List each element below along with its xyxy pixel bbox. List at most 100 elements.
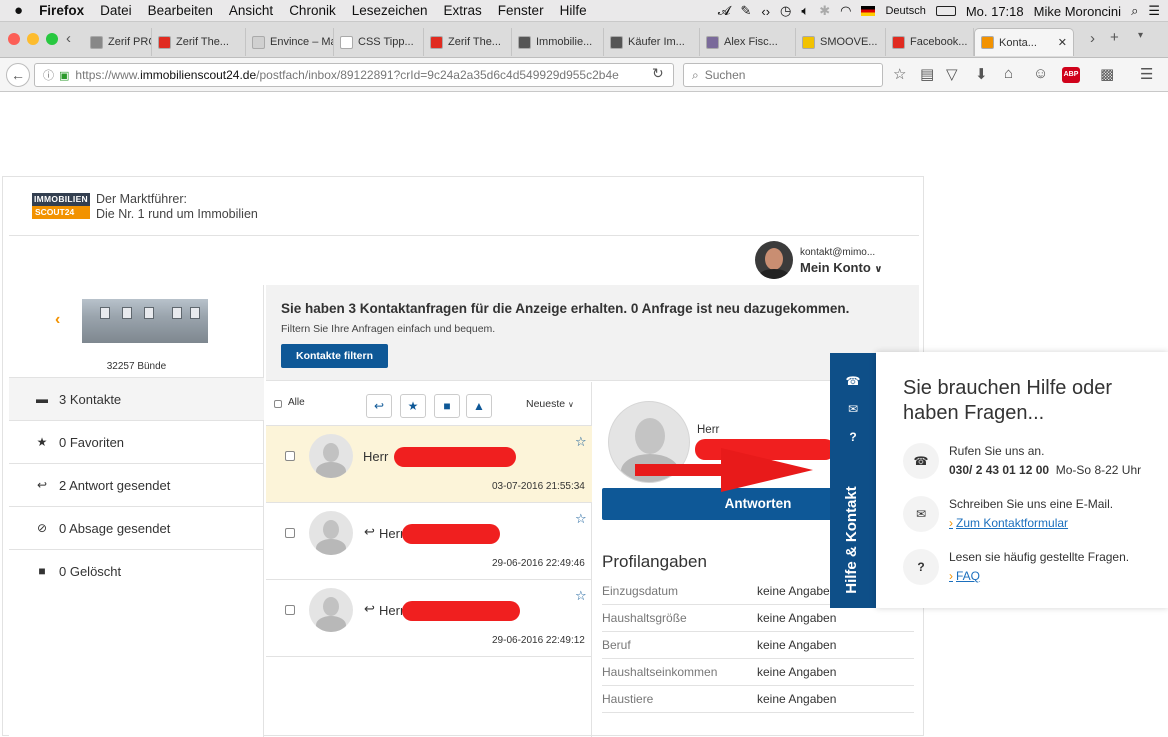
logo-scout24[interactable]: SCOUT24: [32, 206, 90, 219]
menu-lesezeichen[interactable]: Lesezeichen: [344, 3, 436, 18]
sidebar-item[interactable]: ■ 0 Gelöscht: [9, 549, 264, 592]
browser-tab[interactable]: Käufer Im...: [604, 28, 700, 56]
message-checkbox[interactable]: [285, 528, 295, 538]
menu-ansicht[interactable]: Ansicht: [221, 3, 281, 18]
back-button-icon[interactable]: ←: [6, 63, 30, 87]
menu-chronik[interactable]: Chronik: [281, 3, 344, 18]
battery-icon[interactable]: [935, 6, 956, 16]
browser-tab[interactable]: Konta... ✕: [974, 28, 1074, 56]
menu-datei[interactable]: Datei: [92, 3, 140, 18]
browser-tab[interactable]: Zerif The...: [152, 28, 246, 56]
pen-icon[interactable]: ✎: [740, 3, 751, 19]
screenshot-icon[interactable]: ▩: [1100, 65, 1114, 83]
reply-selected-button[interactable]: ↩: [366, 394, 392, 418]
browser-tab[interactable]: Envince – Ma...: [246, 28, 334, 56]
message-checkbox[interactable]: [285, 605, 295, 615]
help-contact-tab[interactable]: ☎ ✉ ? Hilfe & Kontakt: [830, 353, 876, 608]
redacted-contact-name: [402, 524, 500, 544]
tab-list-icon[interactable]: ▾: [1138, 30, 1143, 41]
profile-row: Beruf keine Angaben: [602, 632, 914, 659]
minimize-window-button[interactable]: [27, 33, 39, 45]
help-faq-text: Lesen sie häufig gestellte Fragen.: [949, 550, 1130, 564]
contact-form-link[interactable]: › Zum Kontaktformular: [949, 516, 1068, 530]
question-icon[interactable]: ?: [830, 430, 876, 444]
sidebar-item[interactable]: ⊘ 0 Absage gesendet: [9, 506, 264, 549]
wifi-icon[interactable]: ◠: [840, 3, 851, 19]
favorite-star-icon[interactable]: ☆: [575, 434, 587, 450]
home-icon[interactable]: ⌂: [1004, 65, 1013, 82]
bluetooth-icon[interactable]: ✱: [819, 3, 830, 19]
mail-icon[interactable]: ✉: [830, 402, 876, 416]
help-panel: Sie brauchen Hilfe oder haben Fragen... …: [876, 352, 1168, 608]
message-list-item[interactable]: Herr ☆ 03-07-2016 21:55:34: [266, 426, 592, 503]
sidebar-item[interactable]: ↩ 2 Antwort gesendet: [9, 463, 264, 506]
sidebar-item[interactable]: ★ 0 Favoriten: [9, 420, 264, 463]
zoom-window-button[interactable]: [46, 33, 58, 45]
chevron-down-icon: ∨: [874, 264, 883, 275]
faq-link[interactable]: › FAQ: [949, 569, 980, 583]
sort-label: Neueste: [526, 398, 566, 410]
menu-bearbeiten[interactable]: Bearbeiten: [140, 3, 221, 18]
reload-icon[interactable]: ↻: [652, 65, 664, 82]
browser-tab[interactable]: Immobilie...: [512, 28, 604, 56]
sidebar-item[interactable]: ▬ 3 Kontakte: [9, 377, 264, 420]
message-list-item[interactable]: ↩ Herr ☆ 29-06-2016 22:49:12: [266, 580, 592, 657]
browser-tab[interactable]: SMOOVE...: [796, 28, 886, 56]
menu-fenster[interactable]: Fenster: [490, 3, 552, 18]
input-language[interactable]: Deutsch: [885, 5, 925, 17]
bookmark-star-icon[interactable]: ☆: [893, 65, 906, 83]
code-icon[interactable]: ‹›: [761, 4, 770, 19]
volume-icon[interactable]: 🔈︎: [801, 3, 809, 19]
favorite-star-icon[interactable]: ☆: [575, 511, 587, 527]
back-chevron-icon[interactable]: ‹: [55, 311, 60, 329]
script-icon[interactable]: 𝓐: [718, 3, 731, 19]
new-tab-icon[interactable]: +: [1110, 29, 1119, 46]
menu-hilfe[interactable]: Hilfe: [552, 3, 595, 18]
tab-favicon-icon: [252, 35, 265, 49]
phone-icon[interactable]: ☎: [830, 374, 876, 388]
menubar-clock[interactable]: Mo. 17:18: [966, 4, 1024, 19]
browser-tab[interactable]: Zerif PRO...: [84, 28, 152, 56]
download-icon[interactable]: ⬇: [975, 65, 988, 83]
menubar-user[interactable]: Mike Moroncini: [1034, 4, 1121, 19]
search-input[interactable]: ⌕ Suchen: [683, 63, 883, 87]
delete-selected-button[interactable]: ■: [434, 394, 460, 418]
browser-tab[interactable]: Facebook...: [886, 28, 974, 56]
select-all-checkbox[interactable]: [274, 400, 282, 408]
star-icon: ★: [407, 399, 419, 413]
close-tab-icon[interactable]: ✕: [1058, 36, 1067, 49]
report-selected-button[interactable]: ▲: [466, 394, 492, 418]
tab-scroll-left-icon[interactable]: ‹: [66, 30, 71, 47]
sort-dropdown[interactable]: Neueste ∨: [526, 398, 574, 410]
search-placeholder: Suchen: [704, 68, 746, 82]
filter-contacts-button[interactable]: Kontakte filtern: [281, 344, 388, 368]
lock-icon: ▣: [59, 69, 70, 82]
apple-menu-icon[interactable]: ●: [0, 2, 31, 19]
info-icon[interactable]: ⓘ: [43, 67, 54, 83]
account-menu[interactable]: Mein Konto ∨: [800, 260, 883, 275]
browser-tab[interactable]: Alex Fisc...: [700, 28, 796, 56]
tab-scroll-right-icon[interactable]: ›: [1090, 30, 1095, 47]
chat-icon[interactable]: ☺: [1033, 65, 1048, 82]
message-checkbox[interactable]: [285, 451, 295, 461]
listing-thumbnail[interactable]: [82, 299, 208, 343]
browser-tab[interactable]: Zerif The...: [424, 28, 512, 56]
menu-app-firefox[interactable]: Firefox: [31, 3, 92, 18]
close-window-button[interactable]: [8, 33, 20, 45]
clock-icon[interactable]: ◷: [780, 3, 791, 19]
favorite-selected-button[interactable]: ★: [400, 394, 426, 418]
reading-list-icon[interactable]: ▤: [920, 65, 934, 83]
notification-list-icon[interactable]: ☰: [1148, 3, 1160, 19]
hamburger-menu-icon[interactable]: ☰: [1140, 65, 1153, 83]
favorite-star-icon[interactable]: ☆: [575, 588, 587, 604]
url-bar[interactable]: ⓘ ▣ https://www. immobilienscout24.de/pos…: [34, 63, 674, 87]
account-avatar[interactable]: [755, 241, 793, 279]
browser-tab[interactable]: CSS Tipp...: [334, 28, 424, 56]
message-list-item[interactable]: ↩ Herr ☆ 29-06-2016 22:49:46: [266, 503, 592, 580]
help-phone[interactable]: 030/ 2 43 01 12 00: [949, 463, 1049, 477]
logo-immobilien[interactable]: IMMOBILIEN: [32, 193, 90, 206]
pocket-icon[interactable]: ▽: [946, 65, 958, 83]
spotlight-search-icon[interactable]: ⌕: [1131, 3, 1138, 19]
menu-extras[interactable]: Extras: [436, 3, 490, 18]
adblock-icon[interactable]: ABP: [1062, 67, 1080, 83]
